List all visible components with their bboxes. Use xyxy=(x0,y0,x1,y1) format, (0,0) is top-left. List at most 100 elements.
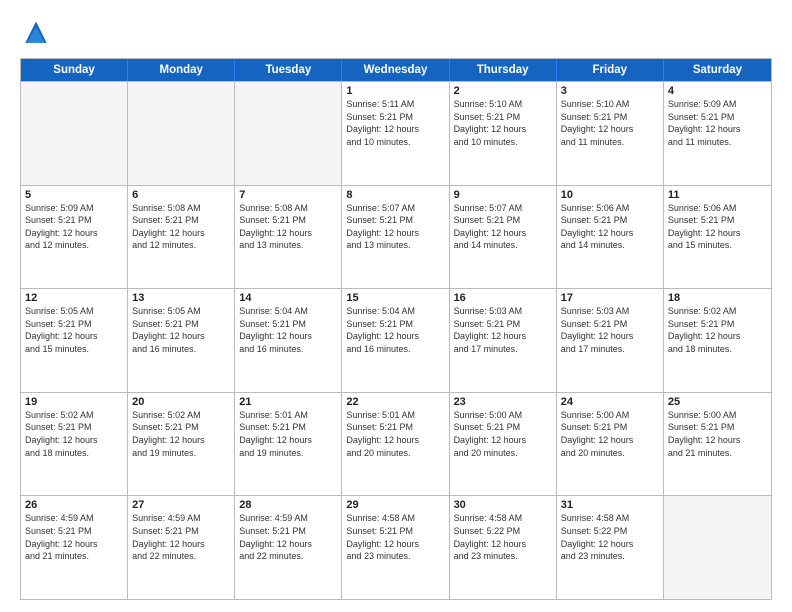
cal-cell: 20Sunrise: 5:02 AMSunset: 5:21 PMDayligh… xyxy=(128,393,235,496)
weekday-header-saturday: Saturday xyxy=(664,59,771,81)
day-info: Sunrise: 5:05 AMSunset: 5:21 PMDaylight:… xyxy=(132,305,230,355)
day-info: Sunrise: 5:00 AMSunset: 5:21 PMDaylight:… xyxy=(668,409,767,459)
week-row-5: 26Sunrise: 4:59 AMSunset: 5:21 PMDayligh… xyxy=(21,495,771,599)
day-number: 3 xyxy=(561,85,659,97)
cal-cell: 3Sunrise: 5:10 AMSunset: 5:21 PMDaylight… xyxy=(557,82,664,185)
cal-cell: 16Sunrise: 5:03 AMSunset: 5:21 PMDayligh… xyxy=(450,289,557,392)
day-number: 27 xyxy=(132,499,230,511)
day-info: Sunrise: 5:05 AMSunset: 5:21 PMDaylight:… xyxy=(25,305,123,355)
day-number: 8 xyxy=(346,189,444,201)
day-info: Sunrise: 5:09 AMSunset: 5:21 PMDaylight:… xyxy=(25,202,123,252)
weekday-header-sunday: Sunday xyxy=(21,59,128,81)
calendar-header-row: SundayMondayTuesdayWednesdayThursdayFrid… xyxy=(21,59,771,81)
week-row-1: 1Sunrise: 5:11 AMSunset: 5:21 PMDaylight… xyxy=(21,81,771,185)
day-number: 5 xyxy=(25,189,123,201)
day-number: 7 xyxy=(239,189,337,201)
cal-cell: 14Sunrise: 5:04 AMSunset: 5:21 PMDayligh… xyxy=(235,289,342,392)
day-number: 31 xyxy=(561,499,659,511)
cal-cell: 2Sunrise: 5:10 AMSunset: 5:21 PMDaylight… xyxy=(450,82,557,185)
day-info: Sunrise: 5:01 AMSunset: 5:21 PMDaylight:… xyxy=(239,409,337,459)
day-info: Sunrise: 5:02 AMSunset: 5:21 PMDaylight:… xyxy=(132,409,230,459)
day-number: 21 xyxy=(239,396,337,408)
cal-cell: 31Sunrise: 4:58 AMSunset: 5:22 PMDayligh… xyxy=(557,496,664,599)
day-number: 14 xyxy=(239,292,337,304)
day-number: 23 xyxy=(454,396,552,408)
cal-cell: 5Sunrise: 5:09 AMSunset: 5:21 PMDaylight… xyxy=(21,186,128,289)
logo xyxy=(20,18,58,50)
day-number: 17 xyxy=(561,292,659,304)
day-number: 16 xyxy=(454,292,552,304)
day-info: Sunrise: 5:04 AMSunset: 5:21 PMDaylight:… xyxy=(239,305,337,355)
day-info: Sunrise: 5:08 AMSunset: 5:21 PMDaylight:… xyxy=(132,202,230,252)
weekday-header-monday: Monday xyxy=(128,59,235,81)
cal-cell: 28Sunrise: 4:59 AMSunset: 5:21 PMDayligh… xyxy=(235,496,342,599)
weekday-header-wednesday: Wednesday xyxy=(342,59,449,81)
header xyxy=(20,18,772,50)
cal-cell: 30Sunrise: 4:58 AMSunset: 5:22 PMDayligh… xyxy=(450,496,557,599)
day-info: Sunrise: 5:01 AMSunset: 5:21 PMDaylight:… xyxy=(346,409,444,459)
day-info: Sunrise: 5:09 AMSunset: 5:21 PMDaylight:… xyxy=(668,98,767,148)
day-number: 20 xyxy=(132,396,230,408)
weekday-header-tuesday: Tuesday xyxy=(235,59,342,81)
calendar-body: 1Sunrise: 5:11 AMSunset: 5:21 PMDaylight… xyxy=(21,81,771,599)
day-number: 6 xyxy=(132,189,230,201)
day-number: 4 xyxy=(668,85,767,97)
cal-cell xyxy=(128,82,235,185)
weekday-header-thursday: Thursday xyxy=(450,59,557,81)
cal-cell: 26Sunrise: 4:59 AMSunset: 5:21 PMDayligh… xyxy=(21,496,128,599)
day-info: Sunrise: 5:03 AMSunset: 5:21 PMDaylight:… xyxy=(561,305,659,355)
cal-cell: 10Sunrise: 5:06 AMSunset: 5:21 PMDayligh… xyxy=(557,186,664,289)
cal-cell: 8Sunrise: 5:07 AMSunset: 5:21 PMDaylight… xyxy=(342,186,449,289)
cal-cell: 6Sunrise: 5:08 AMSunset: 5:21 PMDaylight… xyxy=(128,186,235,289)
day-info: Sunrise: 4:58 AMSunset: 5:22 PMDaylight:… xyxy=(454,512,552,562)
cal-cell: 25Sunrise: 5:00 AMSunset: 5:21 PMDayligh… xyxy=(664,393,771,496)
cal-cell xyxy=(235,82,342,185)
day-number: 22 xyxy=(346,396,444,408)
cal-cell: 17Sunrise: 5:03 AMSunset: 5:21 PMDayligh… xyxy=(557,289,664,392)
cal-cell: 18Sunrise: 5:02 AMSunset: 5:21 PMDayligh… xyxy=(664,289,771,392)
day-info: Sunrise: 5:07 AMSunset: 5:21 PMDaylight:… xyxy=(454,202,552,252)
day-info: Sunrise: 5:06 AMSunset: 5:21 PMDaylight:… xyxy=(561,202,659,252)
day-info: Sunrise: 5:02 AMSunset: 5:21 PMDaylight:… xyxy=(25,409,123,459)
cal-cell: 21Sunrise: 5:01 AMSunset: 5:21 PMDayligh… xyxy=(235,393,342,496)
day-info: Sunrise: 5:10 AMSunset: 5:21 PMDaylight:… xyxy=(561,98,659,148)
weekday-header-friday: Friday xyxy=(557,59,664,81)
week-row-4: 19Sunrise: 5:02 AMSunset: 5:21 PMDayligh… xyxy=(21,392,771,496)
week-row-3: 12Sunrise: 5:05 AMSunset: 5:21 PMDayligh… xyxy=(21,288,771,392)
day-number: 10 xyxy=(561,189,659,201)
cal-cell: 24Sunrise: 5:00 AMSunset: 5:21 PMDayligh… xyxy=(557,393,664,496)
day-info: Sunrise: 4:58 AMSunset: 5:22 PMDaylight:… xyxy=(561,512,659,562)
cal-cell: 1Sunrise: 5:11 AMSunset: 5:21 PMDaylight… xyxy=(342,82,449,185)
day-number: 9 xyxy=(454,189,552,201)
day-number: 19 xyxy=(25,396,123,408)
cal-cell: 7Sunrise: 5:08 AMSunset: 5:21 PMDaylight… xyxy=(235,186,342,289)
cal-cell: 29Sunrise: 4:58 AMSunset: 5:21 PMDayligh… xyxy=(342,496,449,599)
cal-cell: 9Sunrise: 5:07 AMSunset: 5:21 PMDaylight… xyxy=(450,186,557,289)
day-number: 28 xyxy=(239,499,337,511)
day-number: 12 xyxy=(25,292,123,304)
day-info: Sunrise: 5:11 AMSunset: 5:21 PMDaylight:… xyxy=(346,98,444,148)
day-info: Sunrise: 4:58 AMSunset: 5:21 PMDaylight:… xyxy=(346,512,444,562)
cal-cell: 12Sunrise: 5:05 AMSunset: 5:21 PMDayligh… xyxy=(21,289,128,392)
day-info: Sunrise: 5:03 AMSunset: 5:21 PMDaylight:… xyxy=(454,305,552,355)
week-row-2: 5Sunrise: 5:09 AMSunset: 5:21 PMDaylight… xyxy=(21,185,771,289)
day-number: 25 xyxy=(668,396,767,408)
day-number: 15 xyxy=(346,292,444,304)
cal-cell xyxy=(664,496,771,599)
cal-cell: 11Sunrise: 5:06 AMSunset: 5:21 PMDayligh… xyxy=(664,186,771,289)
cal-cell: 4Sunrise: 5:09 AMSunset: 5:21 PMDaylight… xyxy=(664,82,771,185)
day-info: Sunrise: 5:00 AMSunset: 5:21 PMDaylight:… xyxy=(561,409,659,459)
day-info: Sunrise: 4:59 AMSunset: 5:21 PMDaylight:… xyxy=(25,512,123,562)
day-info: Sunrise: 5:08 AMSunset: 5:21 PMDaylight:… xyxy=(239,202,337,252)
day-number: 26 xyxy=(25,499,123,511)
cal-cell: 13Sunrise: 5:05 AMSunset: 5:21 PMDayligh… xyxy=(128,289,235,392)
cal-cell: 23Sunrise: 5:00 AMSunset: 5:21 PMDayligh… xyxy=(450,393,557,496)
day-number: 29 xyxy=(346,499,444,511)
day-info: Sunrise: 5:10 AMSunset: 5:21 PMDaylight:… xyxy=(454,98,552,148)
day-info: Sunrise: 5:00 AMSunset: 5:21 PMDaylight:… xyxy=(454,409,552,459)
day-number: 24 xyxy=(561,396,659,408)
day-info: Sunrise: 5:02 AMSunset: 5:21 PMDaylight:… xyxy=(668,305,767,355)
logo-icon xyxy=(20,18,52,50)
day-number: 30 xyxy=(454,499,552,511)
day-info: Sunrise: 5:06 AMSunset: 5:21 PMDaylight:… xyxy=(668,202,767,252)
